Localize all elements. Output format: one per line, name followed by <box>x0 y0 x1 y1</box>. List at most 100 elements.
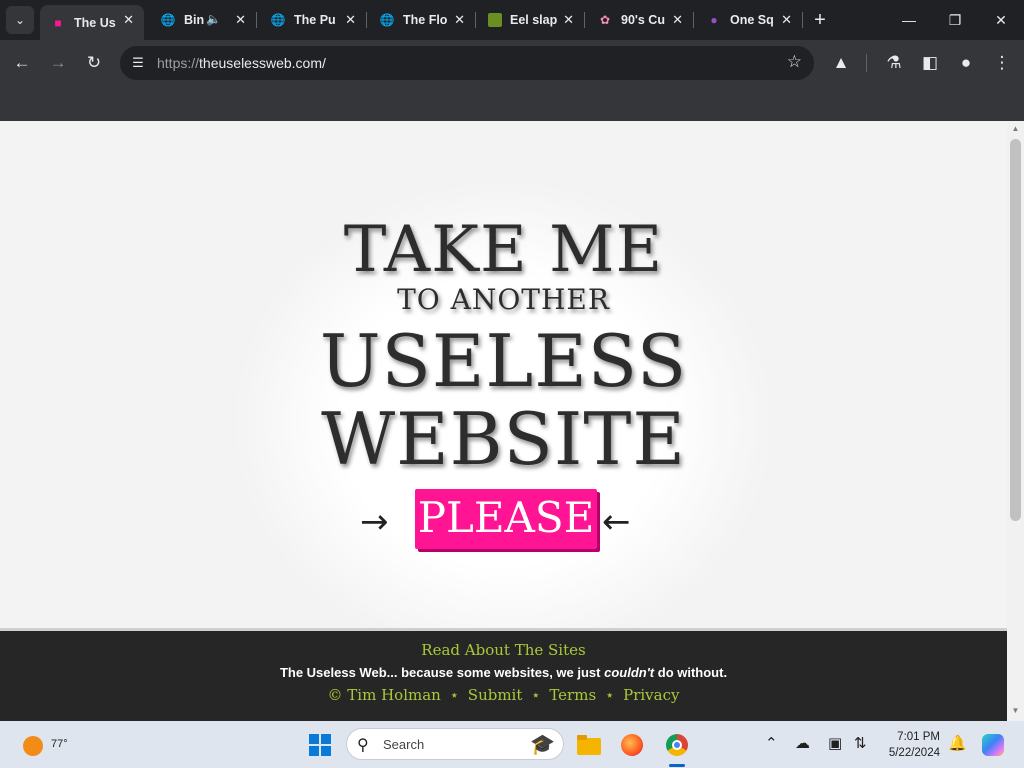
scroll-down-arrow-icon[interactable]: ▼ <box>1011 706 1020 716</box>
tab-separator <box>802 12 803 28</box>
tab-separator <box>256 12 257 28</box>
display-icon[interactable]: ▣ <box>828 734 842 752</box>
windows-start-icon[interactable] <box>305 730 335 760</box>
close-icon[interactable]: ✕ <box>454 12 465 28</box>
right-arrow-icon: → <box>360 502 389 542</box>
close-window-button[interactable]: ✕ <box>978 6 1024 34</box>
tab-useless-web[interactable]: ■ The Us ✕ <box>40 5 144 40</box>
star-separator: ⋆ <box>604 686 615 704</box>
headline-to-another: TO ANOTHER <box>397 283 610 316</box>
page-scrollbar[interactable]: ▲ ▼ <box>1007 121 1024 721</box>
new-tab-button[interactable]: + <box>808 8 832 32</box>
firefox-icon[interactable] <box>617 730 647 760</box>
tray-overflow-icon[interactable]: ⌃ <box>765 734 778 752</box>
restore-button[interactable]: ❐ <box>932 6 978 34</box>
back-button[interactable]: ← <box>7 48 37 78</box>
tab-the-flo[interactable]: 🌐 The Flo ✕ <box>369 5 475 35</box>
tab-separator <box>693 12 694 28</box>
tab-title: The Flo <box>403 13 448 27</box>
search-icon: ⚲ <box>357 737 369 754</box>
please-row: → PLEASE ← <box>360 488 650 552</box>
headline-take-me: TAKE ME <box>343 213 664 287</box>
network-icon[interactable]: ⇅ <box>854 734 867 752</box>
globe-icon: 🌐 <box>379 13 395 27</box>
submit-link[interactable]: Submit <box>468 686 523 704</box>
close-icon[interactable]: ✕ <box>563 12 574 28</box>
close-icon[interactable]: ✕ <box>123 12 134 28</box>
toolbar-separator <box>866 54 867 72</box>
browser-toolbar: ← → ↻ ☰ https://theuselessweb.com/ ☆ ▲ ⚗… <box>0 40 1024 86</box>
terms-link[interactable]: Terms <box>549 686 596 704</box>
headline-website: WEBSITE <box>321 397 686 481</box>
clock-time: 7:01 PM <box>897 731 940 743</box>
site-info-icon[interactable]: ☰ <box>126 51 150 75</box>
tab-title: Eel slap <box>510 13 558 27</box>
copilot-icon[interactable] <box>978 730 1008 760</box>
scrollbar-thumb[interactable] <box>1010 139 1021 521</box>
tab-one-sq[interactable]: ● One Sq ✕ <box>696 5 802 35</box>
please-button[interactable]: PLEASE <box>415 489 597 549</box>
forward-button[interactable]: → <box>43 48 73 78</box>
extensions-icon[interactable]: ▲ <box>826 48 856 78</box>
privacy-link[interactable]: Privacy <box>623 686 679 704</box>
star-separator: ⋆ <box>531 686 541 704</box>
profile-avatar-icon[interactable]: ● <box>951 48 981 78</box>
read-about-link[interactable]: Read About The Sites <box>0 641 1007 659</box>
url-host: theuselessweb.com/ <box>199 55 326 71</box>
active-app-indicator <box>669 764 685 767</box>
bookmarks-bar <box>0 86 1024 121</box>
reload-button[interactable]: ↻ <box>79 48 109 78</box>
speaker-icon[interactable]: 🔈 <box>206 12 221 26</box>
headline-useless: USELESS <box>319 319 688 403</box>
copyright-link[interactable]: © Tim Holman <box>328 686 441 704</box>
tab-title: The Pu <box>294 13 336 27</box>
left-arrow-icon: ← <box>602 502 631 542</box>
clock-date: 5/22/2024 <box>888 747 940 759</box>
footer-links: © Tim Holman ⋆ Submit ⋆ Terms ⋆ Privacy <box>0 686 1007 704</box>
taskbar-search-box[interactable]: ⚲ Search 🎓 <box>346 728 564 760</box>
tab-search-button[interactable]: ⌄ <box>6 6 34 34</box>
web-page: TAKE ME TO ANOTHER USELESS WEBSITE → PLE… <box>0 121 1007 721</box>
cloud-offline-icon[interactable]: ☁ <box>795 734 810 752</box>
menu-kebab-icon[interactable]: ⋮ <box>987 48 1017 78</box>
tab-title: The Us <box>74 15 116 30</box>
url-scheme: https:// <box>157 55 200 71</box>
graduation-cap-icon: 🎓 <box>530 734 555 756</box>
globe-icon: 🌐 <box>160 13 176 27</box>
url-text[interactable]: https://theuselessweb.com/ <box>157 55 326 71</box>
tagline-emphasis: couldn't <box>604 665 655 680</box>
page-footer: Read About The Sites The Useless Web... … <box>0 628 1007 721</box>
file-explorer-icon[interactable] <box>574 730 604 760</box>
close-icon[interactable]: ✕ <box>781 12 792 28</box>
system-clock[interactable]: 7:01 PM 5/22/2024 <box>880 729 940 761</box>
tab-bin[interactable]: 🌐 Bin 🔈 ✕ <box>150 5 256 35</box>
tab-title: 90's Cu <box>621 13 665 27</box>
search-placeholder: Search <box>383 737 425 752</box>
tab-separator <box>475 12 476 28</box>
weather-widget[interactable]: 77° <box>20 731 68 761</box>
side-panel-icon[interactable]: ◧ <box>915 48 945 78</box>
close-icon[interactable]: ✕ <box>345 12 356 28</box>
close-icon[interactable]: ✕ <box>672 12 683 28</box>
star-separator: ⋆ <box>449 686 460 704</box>
notification-bell-icon[interactable]: 🔔 <box>948 734 967 752</box>
useless-web-icon: ■ <box>54 15 62 30</box>
tab-the-pu[interactable]: 🌐 The Pu ✕ <box>260 5 366 35</box>
tab-strip: ⌄ ■ The Us ✕ 🌐 Bin 🔈 ✕ 🌐 The Pu ✕ 🌐 The … <box>0 0 1024 40</box>
labs-flask-icon[interactable]: ⚗ <box>879 48 909 78</box>
chrome-icon[interactable] <box>662 730 692 760</box>
globe-icon: 🌐 <box>270 13 286 27</box>
tab-eel-slap[interactable]: Eel slap ✕ <box>478 5 584 35</box>
temperature: 77° <box>51 738 68 750</box>
eel-icon <box>488 13 502 27</box>
address-bar[interactable]: ☰ https://theuselessweb.com/ ☆ <box>120 46 814 80</box>
cursor-icon: ✿ <box>599 13 611 27</box>
windows-taskbar: 77° ⚲ Search 🎓 ⌃ ☁ ▣ ⇅ 7:01 PM 5/22/2024… <box>0 721 1024 768</box>
scroll-up-arrow-icon[interactable]: ▲ <box>1011 124 1020 134</box>
tab-90s-cursor[interactable]: ✿ 90's Cu ✕ <box>587 5 693 35</box>
footer-tagline: The Useless Web... because some websites… <box>0 665 1007 680</box>
close-icon[interactable]: ✕ <box>235 12 246 28</box>
bookmark-star-icon[interactable]: ☆ <box>787 52 802 72</box>
minimize-button[interactable]: — <box>886 6 932 34</box>
tagline-part: The Useless Web... because some websites… <box>279 665 605 680</box>
